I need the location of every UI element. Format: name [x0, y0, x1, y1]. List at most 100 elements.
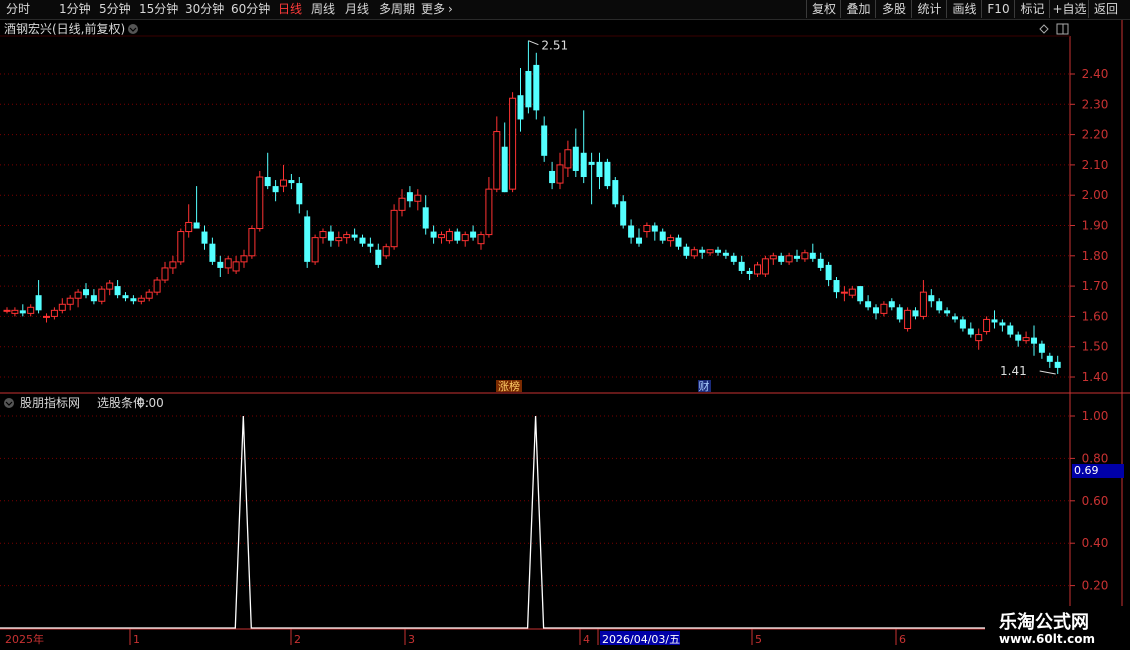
candle-body-down	[517, 95, 524, 120]
toolbar-button-0[interactable]: 复权	[806, 0, 841, 18]
toolbar-button-2[interactable]: 多股	[875, 0, 912, 18]
candle-body-up	[256, 176, 264, 230]
low-marker-line	[1039, 370, 1056, 375]
main-y-tick-label: 2.30	[1082, 97, 1109, 111]
toolbar-button-1[interactable]: 叠加	[840, 0, 876, 18]
high-marker-line	[528, 40, 539, 46]
period-tab-10[interactable]: 更多	[421, 2, 445, 17]
candle-body-up	[880, 303, 888, 314]
candle-body-down	[375, 249, 382, 265]
period-tab-7[interactable]: 周线	[311, 2, 335, 17]
candle-body-up	[280, 179, 287, 187]
candle-body-up	[556, 164, 564, 184]
main-y-tick-label: 1.50	[1082, 340, 1109, 354]
candle-body-up	[975, 334, 983, 342]
time-axis-label: 2025年	[5, 632, 44, 646]
candle-body-up	[43, 315, 50, 318]
candle-body-up	[27, 306, 35, 314]
chart-canvas[interactable]: 2.40 2.30 2.20 2.10 2.00 1.90 1.80 1.70 1.60 1.50…	[0, 0, 1130, 650]
candle-body-up	[493, 131, 501, 190]
indicator-y-tick-label: 0.40	[1082, 536, 1109, 550]
candle-body-down	[928, 295, 935, 302]
candle-body-down	[201, 231, 208, 244]
candle-body-down	[738, 261, 745, 271]
time-axis-label: 1	[133, 633, 140, 646]
period-tab-0[interactable]: 分时	[6, 2, 30, 17]
candle-body-up	[840, 291, 848, 294]
period-tab-4[interactable]: 30分钟	[185, 2, 224, 17]
candle-body-down	[549, 170, 556, 184]
period-tab-9[interactable]: 多周期	[379, 2, 415, 17]
candle-body-down	[596, 161, 603, 178]
candle-body-up	[232, 261, 240, 272]
candle-body-down	[272, 186, 279, 193]
candle-body-down	[636, 237, 642, 244]
candle-body-down	[944, 310, 951, 314]
candle-body-down	[612, 180, 619, 205]
time-cursor-label: 2026/04/03/五	[602, 633, 680, 646]
candle-body-down	[651, 225, 658, 232]
candle-body-down	[541, 125, 548, 156]
candle-body-up	[398, 197, 406, 211]
chevron-right-icon[interactable]: ›	[448, 2, 453, 17]
toolbar-button-3[interactable]: 统计	[911, 0, 947, 18]
candle-body-up	[240, 255, 248, 263]
period-tab-8[interactable]: 月线	[345, 2, 369, 17]
candle-body-up	[414, 194, 422, 202]
candle-body-down	[936, 301, 943, 311]
period-tab-1[interactable]: 1分钟	[59, 2, 91, 17]
low-label: 1.41	[1000, 364, 1027, 378]
toolbar-button-6[interactable]: 标记	[1014, 0, 1050, 18]
watermark-title: 乐淘公式网	[999, 612, 1089, 633]
candle-body-down	[809, 252, 816, 259]
candle-body-up	[509, 97, 517, 190]
event-tag-limit-up: 涨榜	[498, 379, 520, 393]
period-tab-2[interactable]: 5分钟	[99, 2, 131, 17]
toolbar-button-4[interactable]: 画线	[946, 0, 982, 18]
candle-body-up	[690, 249, 698, 257]
period-tab-3[interactable]: 15分钟	[139, 2, 178, 17]
candle-body-up	[390, 209, 398, 248]
time-axis-label: 6	[899, 633, 906, 646]
candle-body-down	[130, 298, 137, 302]
toolbar-button-7[interactable]: +自选	[1049, 0, 1089, 18]
candle-body-down	[304, 216, 311, 262]
crosshair-value-box: 0.69	[1072, 464, 1124, 478]
candle-body-down	[217, 261, 224, 268]
candle-body-up	[769, 255, 777, 260]
toolbar-button-5[interactable]: F10	[981, 0, 1015, 18]
candle-body-down	[1046, 355, 1053, 362]
period-tab-6[interactable]: 日线	[278, 2, 302, 17]
candle-body-down	[857, 286, 864, 302]
toolbar-button-8[interactable]: 返回	[1088, 0, 1123, 18]
candle-body-up	[1022, 337, 1030, 342]
candle-body-down	[470, 231, 477, 238]
main-y-tick-label: 1.80	[1082, 249, 1109, 263]
indicator-line	[0, 415, 1070, 629]
candle-body-up	[785, 255, 793, 263]
candle-body-up	[3, 309, 11, 312]
candle-body-up	[643, 225, 651, 233]
candle-body-down	[19, 310, 26, 314]
candle-body-up	[248, 228, 256, 257]
candle-body-up	[177, 231, 185, 263]
candle-body-up	[801, 252, 809, 260]
condition-value: 0.00	[137, 396, 164, 410]
period-tab-5[interactable]: 60分钟	[231, 2, 270, 17]
indicator-y-tick-label: 1.00	[1082, 409, 1109, 423]
candle-body-down	[628, 225, 635, 238]
main-y-tick-label: 2.40	[1082, 67, 1109, 81]
candle-body-down	[114, 286, 121, 296]
candle-body-down	[454, 231, 461, 241]
main-y-tick-label: 2.00	[1082, 188, 1109, 202]
candle-body-down	[1007, 325, 1014, 335]
candle-body-up	[667, 237, 675, 242]
main-y-tick-label: 1.60	[1082, 309, 1109, 323]
candle-body-down	[865, 301, 872, 308]
candle-body-down	[430, 231, 437, 238]
candle-body-up	[564, 149, 572, 169]
candle-body-down	[35, 295, 42, 311]
indicator-y-tick-label: 0.60	[1082, 494, 1109, 508]
candle-body-up	[311, 237, 319, 263]
candle-body-up	[904, 309, 912, 330]
